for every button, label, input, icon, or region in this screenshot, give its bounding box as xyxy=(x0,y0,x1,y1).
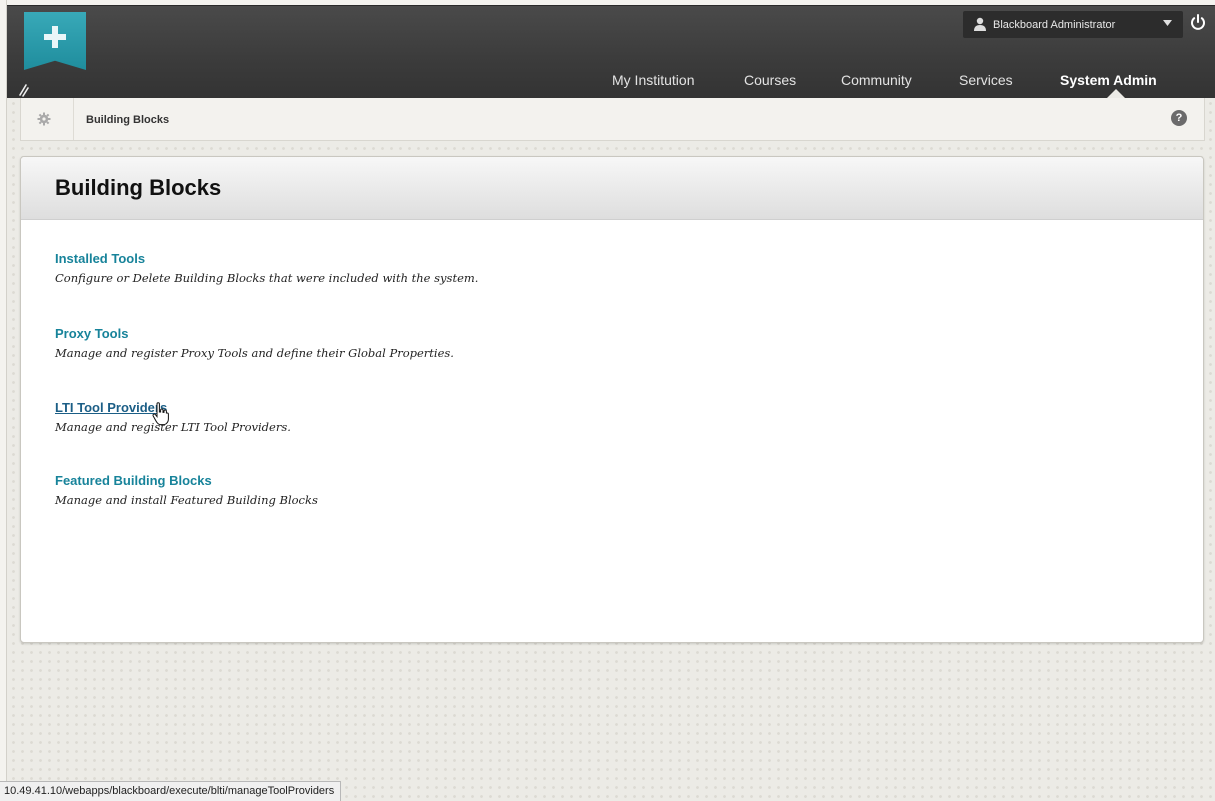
proxy-tools-description: Manage and register Proxy Tools and defi… xyxy=(55,346,454,360)
global-header: Blackboard Administrator My Institution … xyxy=(7,5,1215,98)
featured-building-blocks-link[interactable]: Featured Building Blocks xyxy=(55,473,318,488)
installed-tools-description: Configure or Delete Building Blocks that… xyxy=(55,271,479,285)
help-icon[interactable]: ? xyxy=(1171,110,1187,126)
list-item: Installed Tools Configure or Delete Buil… xyxy=(55,251,478,285)
user-menu[interactable]: Blackboard Administrator xyxy=(963,11,1183,38)
active-tab-pointer xyxy=(1107,89,1125,98)
user-icon xyxy=(974,17,986,31)
chevron-down-icon[interactable] xyxy=(1163,20,1172,27)
logout-power-icon[interactable] xyxy=(1190,14,1206,30)
list-item: Featured Building Blocks Manage and inst… xyxy=(55,473,318,507)
list-item: Proxy Tools Manage and register Proxy To… xyxy=(55,326,454,360)
page-title: Building Blocks xyxy=(55,175,222,200)
lti-tool-providers-description: Manage and register LTI Tool Providers. xyxy=(55,420,291,434)
list-item: LTI Tool Providers Manage and register L… xyxy=(55,400,291,434)
tab-services[interactable]: Services xyxy=(959,72,1013,88)
hand-cursor-icon xyxy=(152,402,169,426)
tab-system-admin[interactable]: System Admin xyxy=(1060,72,1157,88)
breadcrumb-divider xyxy=(73,98,74,140)
plus-icon xyxy=(44,26,66,48)
tab-courses[interactable]: Courses xyxy=(744,72,796,88)
featured-building-blocks-description: Manage and install Featured Building Blo… xyxy=(55,493,318,507)
tab-my-institution[interactable]: My Institution xyxy=(612,72,694,88)
installed-tools-link[interactable]: Installed Tools xyxy=(55,251,478,266)
window-left-edge xyxy=(0,0,7,800)
content-panel: Building Blocks Installed Tools Configur… xyxy=(20,156,1204,643)
lti-tool-providers-link[interactable]: LTI Tool Providers xyxy=(55,400,291,415)
tab-community[interactable]: Community xyxy=(841,72,912,88)
gear-icon xyxy=(37,112,51,126)
status-bar-url: 10.49.41.10/webapps/blackboard/execute/b… xyxy=(0,781,342,801)
proxy-tools-link[interactable]: Proxy Tools xyxy=(55,326,454,341)
user-name: Blackboard Administrator xyxy=(993,19,1116,31)
panel-header: Building Blocks xyxy=(21,157,1203,220)
quick-links-tab[interactable] xyxy=(24,12,86,70)
breadcrumb-current: Building Blocks xyxy=(86,114,170,126)
breadcrumb: Building Blocks ? xyxy=(20,98,1205,141)
